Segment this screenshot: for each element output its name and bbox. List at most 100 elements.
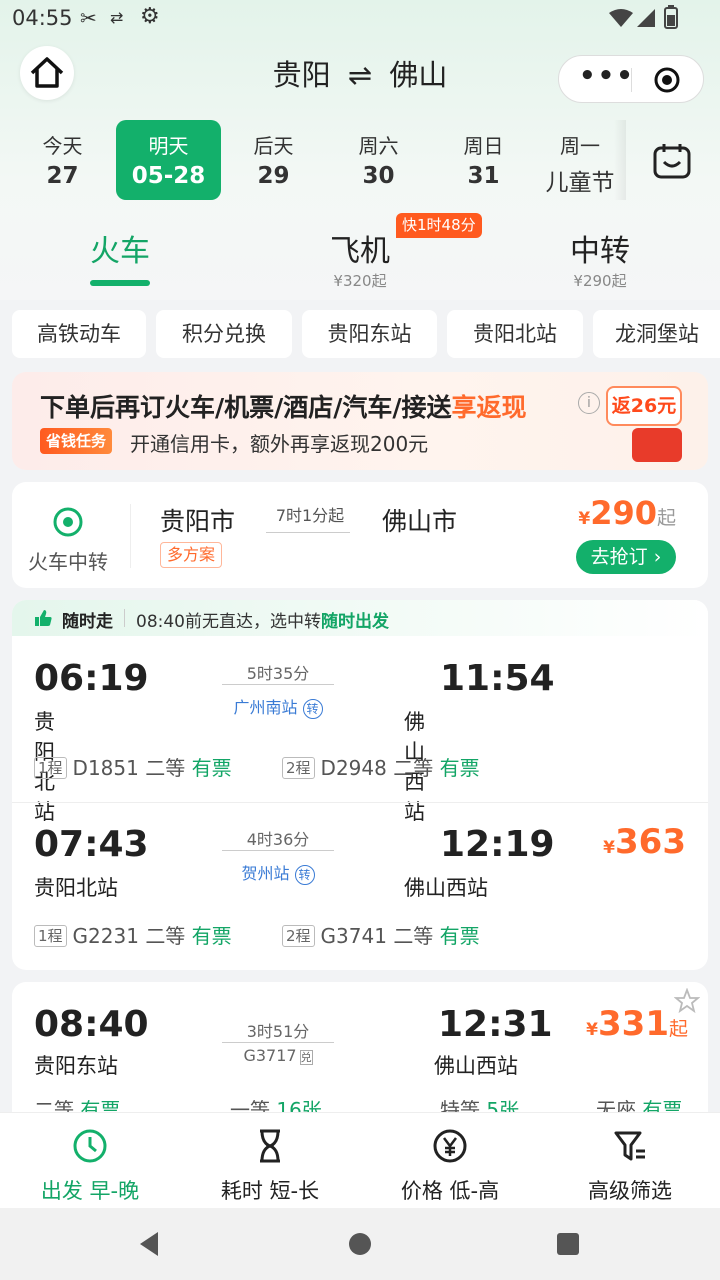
mini-program-capsule: ••• bbox=[558, 55, 704, 103]
close-miniapp-icon[interactable] bbox=[653, 66, 681, 94]
date-day: 31 bbox=[467, 163, 500, 189]
availability: 有票 bbox=[439, 924, 480, 948]
date-day-after[interactable]: 后天 29 bbox=[221, 120, 326, 200]
recents-icon[interactable] bbox=[556, 1232, 580, 1256]
promo-reward-badge: 返26元 bbox=[606, 386, 682, 426]
info-icon[interactable]: i bbox=[578, 392, 600, 414]
direct-train-card[interactable]: 08:40 贵阳东站 3时51分 G3717 兑 12:31 佛山西站 ¥331起… bbox=[12, 982, 708, 1132]
gift-icon bbox=[632, 428, 682, 462]
date-scroll-shadow bbox=[614, 120, 626, 200]
transfer-arrow-line bbox=[266, 532, 350, 533]
train-number: G2231 bbox=[72, 924, 139, 948]
tab-transfer[interactable]: 中转 ¥290起 bbox=[540, 226, 660, 291]
leg-tag: 2程 bbox=[282, 757, 315, 779]
settings-icon: ⚙ bbox=[140, 4, 160, 29]
advanced-filter-button[interactable]: 高级筛选 bbox=[540, 1113, 720, 1209]
more-menu-icon[interactable]: ••• bbox=[579, 61, 635, 91]
sort-duration-button[interactable]: 耗时 短-长 bbox=[180, 1113, 360, 1209]
promo-title-highlight: 享返现 bbox=[451, 393, 527, 422]
nav-label: 出发 早-晚 bbox=[40, 1179, 140, 1203]
departure-time: 06:19 bbox=[34, 658, 149, 699]
departure-station: 贵阳北站 bbox=[34, 876, 118, 900]
transfer-card[interactable]: 火车中转 贵阳市 多方案 7时1分起 佛山市 ¥290起 去抢订 › bbox=[12, 482, 708, 588]
promo-banner[interactable]: 下单后再订火车/机票/酒店/汽车/接送享返现 i 省钱任务 开通信用卡，额外再享… bbox=[12, 372, 708, 470]
home-circle-icon[interactable] bbox=[348, 1232, 372, 1256]
anytime-text-a: 08:40前无直达，选中转 bbox=[136, 612, 321, 632]
trip-duration: 4时36分 bbox=[246, 830, 310, 849]
tab-transfer-label: 中转 bbox=[570, 234, 630, 269]
via-station: 广州南站 转 bbox=[222, 694, 334, 719]
trip-arrow-line bbox=[222, 850, 334, 851]
date-today[interactable]: 今天 27 bbox=[10, 120, 115, 200]
transfer-trips-card: 随时走 08:40前无直达，选中转随时出发 06:19 贵阳北站 5时35分 广… bbox=[12, 600, 708, 970]
exchange-tag: 兑 bbox=[299, 1050, 313, 1065]
date-day: 05-28 bbox=[131, 163, 206, 189]
sync-icon: ⇄ bbox=[110, 8, 124, 27]
anytime-divider bbox=[124, 609, 125, 627]
date-sunday[interactable]: 周日 31 bbox=[431, 120, 536, 200]
notification-icon: ✂ bbox=[80, 6, 97, 30]
via-station-name: 贺州站 bbox=[241, 864, 290, 883]
trip-arrow-line bbox=[222, 684, 334, 685]
leg-tag: 2程 bbox=[282, 925, 315, 947]
trip-price: ¥331起 bbox=[586, 1004, 688, 1044]
filter-icon bbox=[614, 1131, 645, 1161]
arrival-time: 12:19 bbox=[440, 824, 555, 865]
seat-class: 二等 bbox=[145, 924, 186, 948]
nav-label: 价格 低-高 bbox=[400, 1179, 500, 1203]
promo-task-tag: 省钱任务 bbox=[40, 428, 113, 454]
train-number: D1851 bbox=[72, 756, 139, 780]
nav-label: 耗时 短-长 bbox=[220, 1179, 320, 1203]
date-week: 明天 bbox=[148, 134, 189, 158]
date-tomorrow[interactable]: 明天 05-28 bbox=[116, 120, 221, 200]
arrival-time: 12:31 bbox=[438, 1004, 553, 1045]
promo-subtitle: 开通信用卡，额外再享返现200元 bbox=[130, 432, 429, 456]
hourglass-icon bbox=[260, 1129, 280, 1163]
train-number-label: G3717 兑 bbox=[222, 1046, 334, 1065]
from-city: 贵阳 bbox=[272, 58, 331, 92]
filter-chip-guiyang-north[interactable]: 贵阳北站 bbox=[447, 310, 583, 358]
sort-price-button[interactable]: 价格 低-高 bbox=[360, 1113, 540, 1209]
transfer-tag-icon: 转 bbox=[294, 865, 315, 885]
arrival-station: 佛山西站 bbox=[404, 876, 488, 900]
date-week: 周一 bbox=[560, 134, 600, 158]
transfer-price: ¥290起 bbox=[578, 494, 676, 532]
leg-2-info: 2程 D2948 二等 有票 bbox=[282, 752, 480, 781]
sort-departure-button[interactable]: 出发 早-晚 bbox=[0, 1113, 180, 1209]
availability: 有票 bbox=[191, 756, 232, 780]
transfer-duration: 7时1分起 bbox=[275, 506, 345, 525]
date-monday[interactable]: 周一 儿童节 bbox=[536, 120, 624, 200]
trip-arrow-line bbox=[222, 1042, 334, 1043]
filter-chip-highspeed[interactable]: 高铁动车 bbox=[12, 310, 146, 358]
departure-station: 贵阳东站 bbox=[34, 1054, 118, 1078]
sort-toolbar: 出发 早-晚 耗时 短-长 价格 低-高 高级筛选 bbox=[0, 1112, 720, 1208]
anytime-label: 随时走 bbox=[62, 612, 113, 632]
tab-train[interactable]: 火车 bbox=[60, 226, 180, 286]
transfer-tag-icon: 转 bbox=[302, 699, 323, 719]
seat-class: 二等 bbox=[393, 924, 434, 948]
signal-icon bbox=[637, 9, 655, 27]
date-saturday[interactable]: 周六 30 bbox=[326, 120, 431, 200]
trip-row[interactable]: 07:43 贵阳北站 4时36分 贺州站 转 12:19 佛山西站 ¥363 1… bbox=[12, 804, 708, 970]
price-value: 331 bbox=[598, 1004, 669, 1044]
book-transfer-button[interactable]: 去抢订 › bbox=[576, 540, 676, 574]
availability: 有票 bbox=[439, 756, 480, 780]
filter-chip-longdongbao[interactable]: 龙洞堡站 bbox=[593, 310, 720, 358]
price-yen-icon bbox=[433, 1129, 467, 1163]
date-week: 后天 bbox=[253, 134, 294, 158]
flight-faster-badge: 快1时48分 bbox=[396, 213, 482, 238]
system-navigation-bar bbox=[0, 1208, 720, 1280]
train-number: G3741 bbox=[320, 924, 387, 948]
via-station: 贺州站 转 bbox=[222, 860, 334, 885]
calendar-icon[interactable] bbox=[652, 142, 692, 180]
price-value: 290 bbox=[590, 494, 657, 532]
filter-chip-points[interactable]: 积分兑换 bbox=[156, 310, 292, 358]
leg-1-info: 1程 D1851 二等 有票 bbox=[34, 752, 232, 781]
filter-chip-guiyang-east[interactable]: 贵阳东站 bbox=[302, 310, 437, 358]
seat-class: 二等 bbox=[145, 756, 186, 780]
swap-icon[interactable]: ⇌ bbox=[348, 58, 372, 92]
seat-class: 二等 bbox=[393, 756, 434, 780]
anytime-banner: 随时走 08:40前无直达，选中转随时出发 bbox=[12, 600, 708, 636]
back-icon[interactable] bbox=[136, 1230, 162, 1258]
clock-icon bbox=[73, 1129, 107, 1163]
